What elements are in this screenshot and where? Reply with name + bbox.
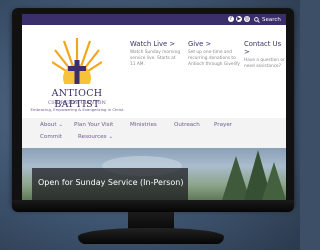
monitor-stand-base [78,228,224,244]
contact-us-link[interactable]: Contact Us > [244,40,286,56]
main-navigation: About ⌄ Plan Your Visit Ministries Outre… [22,118,286,148]
top-bar: f ▶ ◎ Search [22,14,286,25]
hero-caption-box: Open for Sunday Service (In-Person) [32,168,188,200]
hero-title: Open for Sunday Service (In-Person) [38,178,184,187]
nav-item-ministries[interactable]: Ministries [130,122,157,128]
nav-item-about[interactable]: About ⌄ [40,122,63,128]
sunburst-cross-icon [52,38,102,84]
give-link[interactable]: Give > [188,40,240,48]
nav-item-outreach[interactable]: Outreach [174,122,200,128]
chevron-down-icon: ⌄ [108,134,114,140]
watch-live-link[interactable]: Watch Live > [130,40,182,48]
instagram-icon[interactable]: ◎ [244,16,250,22]
watch-live-column[interactable]: Watch Live > Watch Sunday morning servic… [130,40,182,68]
search-input[interactable]: Search [262,17,281,23]
give-column[interactable]: Give > Set up one-time and recurring don… [188,40,240,68]
monitor-chin [12,200,294,212]
nav-item-plan-your-visit[interactable]: Plan Your Visit [74,122,113,128]
facebook-icon[interactable]: f [228,16,234,22]
youtube-icon[interactable]: ▶ [236,16,242,22]
nav-item-resources[interactable]: Resources ⌄ [78,134,113,140]
nav-item-prayer[interactable]: Prayer [214,122,232,128]
church-tagline: Embracing, Empowering & Evangelizing in … [30,107,124,112]
search-icon [254,16,260,23]
watch-live-text: Watch Sunday morning service live. Start… [130,50,181,67]
give-text: Set up one-time and recurring donations … [188,50,240,67]
hero-banner-image: Open for Sunday Service (In-Person) [22,148,286,200]
church-subtitle: CHURCH of CLINTON [48,100,106,106]
website-screen: f ▶ ◎ Search ANTIOCH BAPTIST CHURCH of C… [22,14,286,200]
nav-item-commit[interactable]: Commit [40,134,62,140]
contact-us-column[interactable]: Contact Us > Have a question or need ass… [244,40,286,70]
chevron-down-icon: ⌄ [58,122,64,128]
contact-us-text: Have a question or need assistance? [244,58,285,69]
church-logo[interactable]: ANTIOCH BAPTIST CHURCH of CLINTON Embrac… [30,32,124,114]
search-box[interactable]: Search [254,15,281,24]
